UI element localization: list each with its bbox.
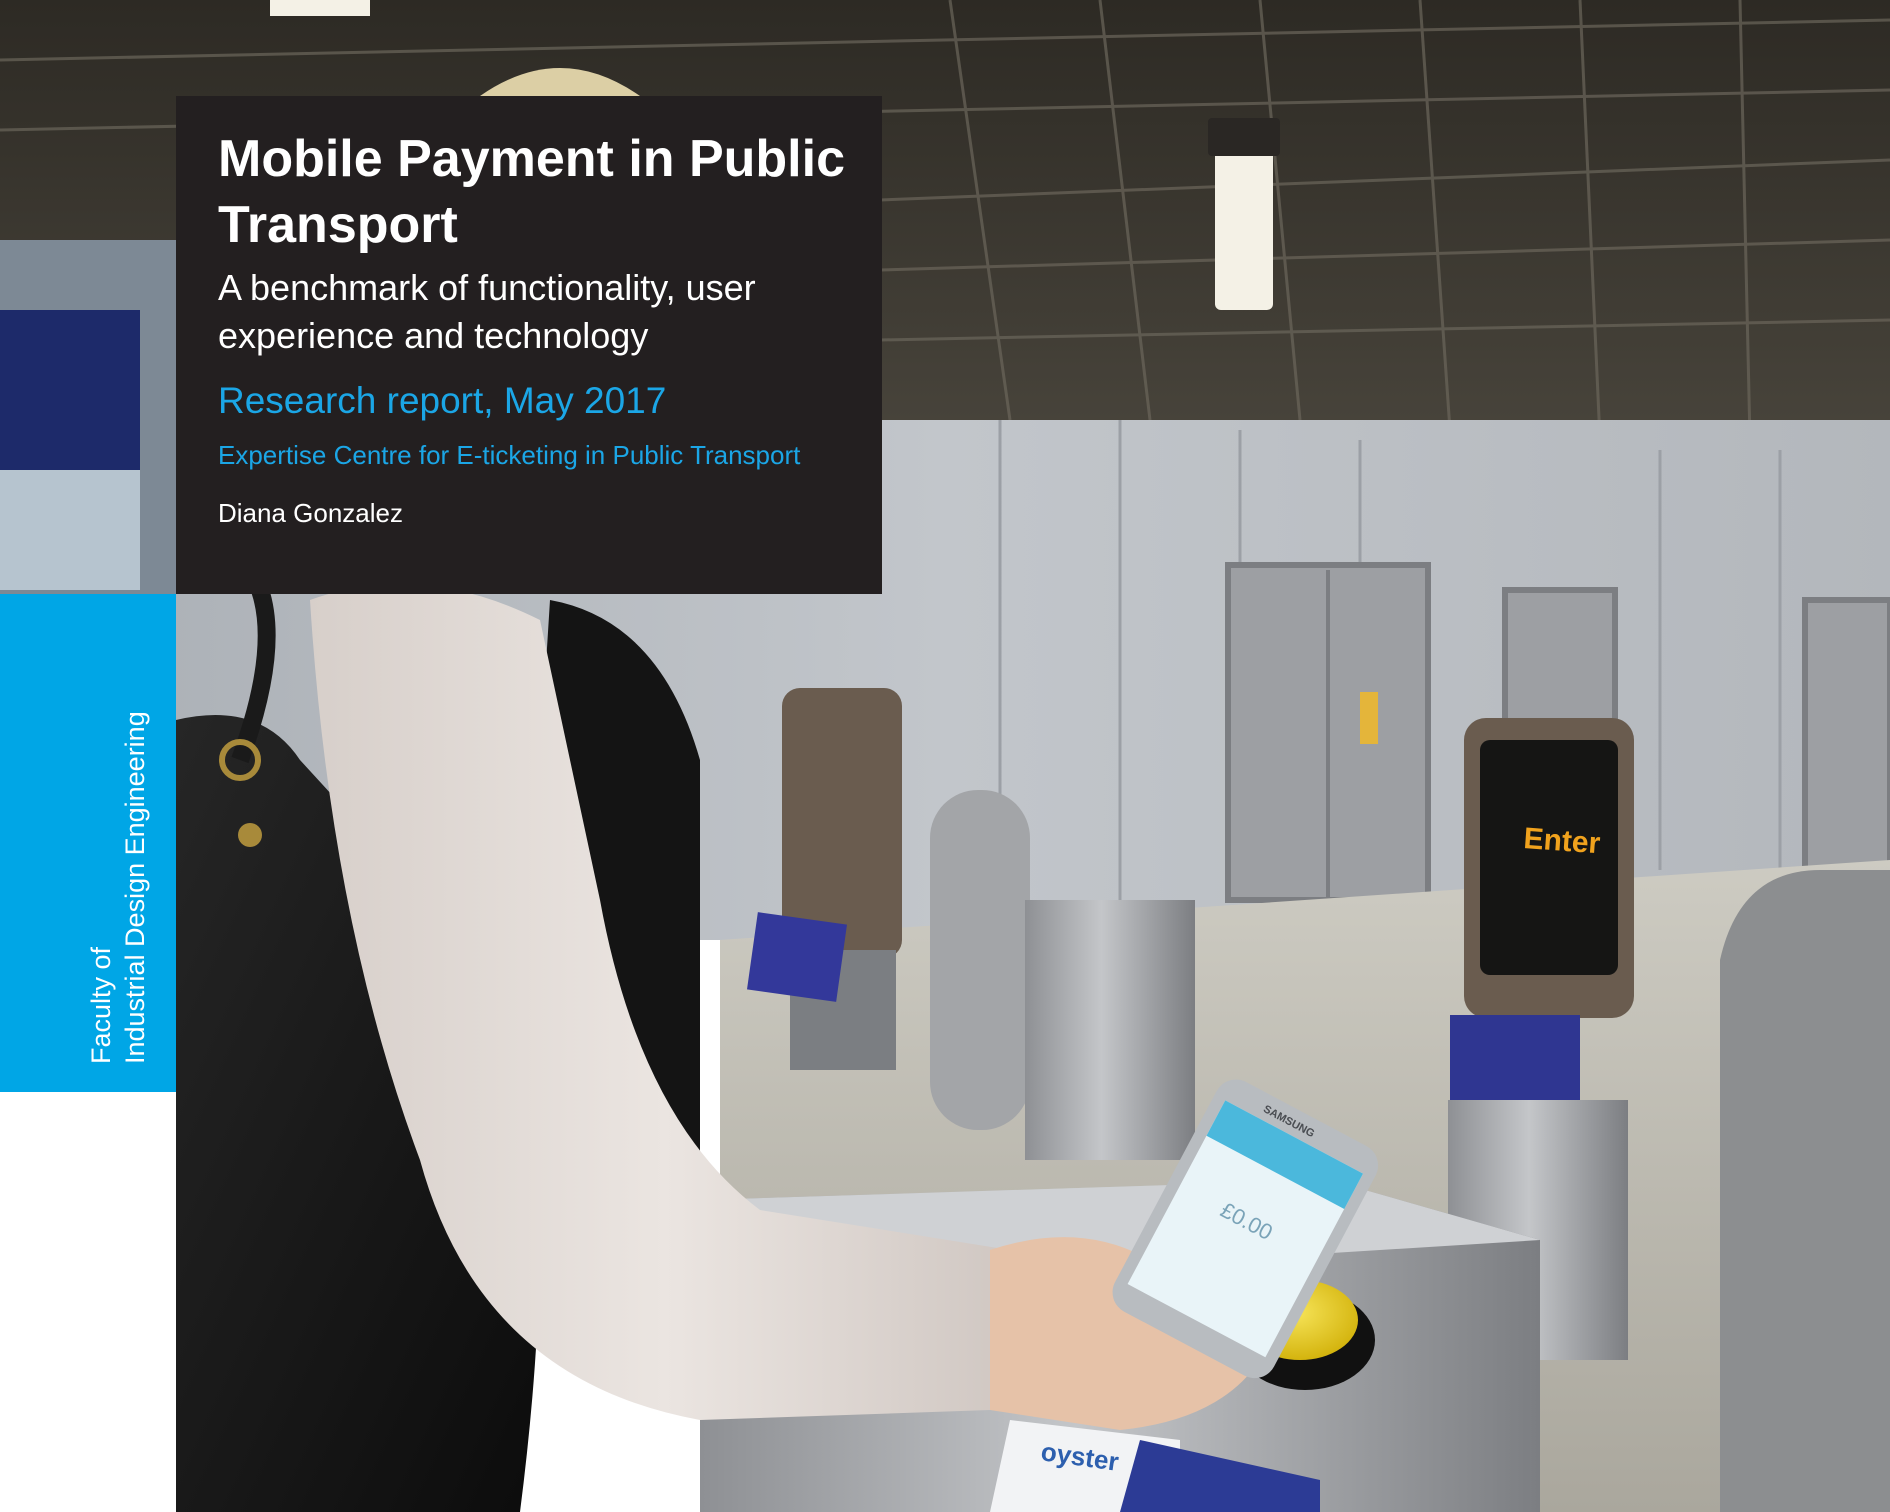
report-date: Research report, May 2017 bbox=[218, 380, 667, 421]
ceiling-light-3 bbox=[270, 0, 370, 16]
penalty-sign-right bbox=[1450, 1015, 1580, 1110]
faculty-line-2: Industrial Design Engineering bbox=[120, 711, 150, 1064]
title-panel: Mobile Payment in Public Transport A ben… bbox=[176, 96, 882, 594]
author-name: Diana Gonzalez bbox=[218, 498, 403, 528]
faculty-line-1: Faculty of bbox=[86, 946, 116, 1064]
enter-display-text: Enter bbox=[1523, 822, 1602, 860]
report-subtitle: A benchmark of functionality, user exper… bbox=[218, 267, 756, 356]
gate-barrier-right bbox=[1720, 870, 1890, 1512]
gate-barrier-left bbox=[930, 790, 1030, 1130]
report-cover: Enter oyster £0.00 SAMSUNG Mobile Paymen… bbox=[0, 0, 1890, 1512]
penalty-sign-left bbox=[747, 912, 847, 1002]
expertise-centre: Expertise Centre for E-ticketing in Publ… bbox=[218, 440, 801, 470]
faculty-band: Faculty of Industrial Design Engineering bbox=[0, 594, 176, 1092]
gate-post-left bbox=[782, 688, 902, 958]
report-title: Mobile Payment in Public Transport bbox=[218, 130, 845, 254]
door-far bbox=[1802, 597, 1890, 883]
ceiling-light-1 bbox=[1215, 150, 1273, 310]
faculty-label: Faculty of Industrial Design Engineering bbox=[84, 644, 152, 1064]
